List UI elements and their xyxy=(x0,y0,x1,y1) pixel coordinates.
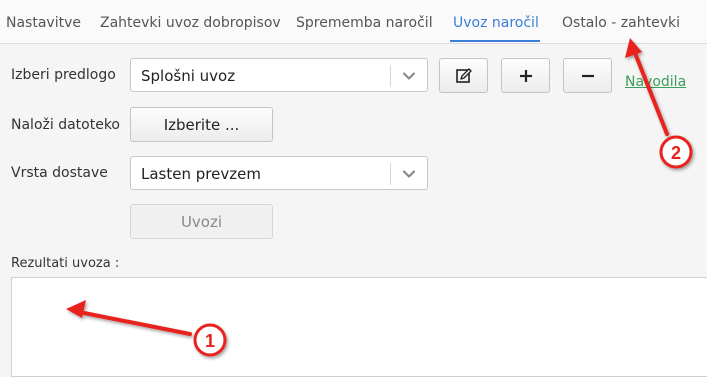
active-tab-indicator xyxy=(450,40,540,42)
template-select-value: Splošni uvoz xyxy=(141,67,236,85)
delivery-label: Vrsta dostave xyxy=(11,165,108,181)
choose-file-button[interactable]: Izberite ... xyxy=(130,107,273,142)
template-select[interactable]: Splošni uvoz xyxy=(130,58,428,92)
plus-icon xyxy=(519,69,532,82)
delivery-select[interactable]: Lasten prevzem xyxy=(130,156,428,190)
tab-nastavitve[interactable]: Nastavitve xyxy=(6,15,81,31)
chevron-down-icon xyxy=(402,72,416,80)
tab-uvoz-narocil[interactable]: Uvoz naročil xyxy=(453,15,539,31)
tab-zahtevki-uvoz-dobropisov[interactable]: Zahtevki uvoz dobropisov xyxy=(100,15,281,31)
upload-label: Naloži datoteko xyxy=(11,117,120,133)
tab-bar: Nastavitve Zahtevki uvoz dobropisov Spre… xyxy=(0,0,707,44)
add-template-button[interactable] xyxy=(501,58,550,93)
choose-file-button-label: Izberite ... xyxy=(163,115,240,134)
select-divider xyxy=(390,163,391,185)
tab-ostalo-zahtevki[interactable]: Ostalo - zahtevki xyxy=(562,15,680,31)
tab-sprememba-narocil[interactable]: Sprememba naročil xyxy=(296,15,433,31)
results-textarea[interactable] xyxy=(11,277,707,377)
template-label: Izberi predlogo xyxy=(11,67,116,83)
edit-icon xyxy=(455,67,472,83)
select-divider xyxy=(390,65,391,87)
annotation-marker-2 xyxy=(659,135,693,169)
chevron-down-icon xyxy=(402,170,416,178)
results-label: Rezultati uvoza : xyxy=(11,256,120,271)
instructions-link[interactable]: Navodila xyxy=(625,74,686,90)
remove-template-button[interactable] xyxy=(563,58,612,93)
edit-template-button[interactable] xyxy=(439,58,488,93)
minus-icon xyxy=(581,74,594,77)
delivery-select-value: Lasten prevzem xyxy=(141,165,261,183)
import-button-label: Uvozi xyxy=(180,212,223,231)
annotation-marker-2-text: 2 xyxy=(671,143,681,163)
import-button[interactable]: Uvozi xyxy=(130,204,273,239)
